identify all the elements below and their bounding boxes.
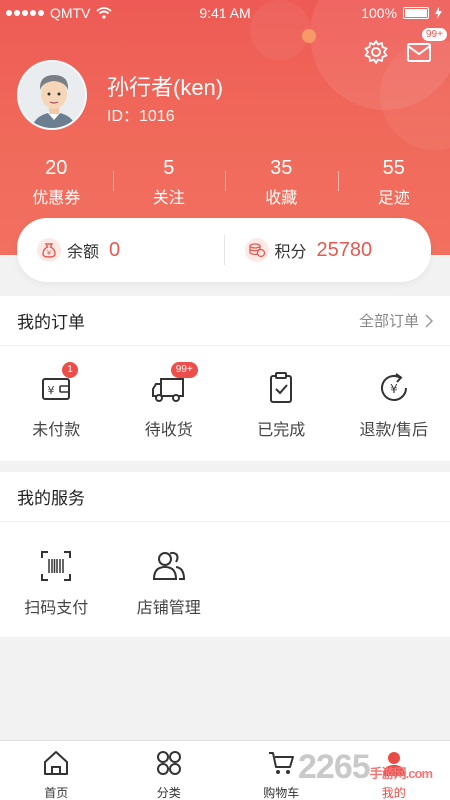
message-mail-icon[interactable] — [405, 38, 433, 66]
battery-icon — [403, 7, 429, 19]
tab-home[interactable]: 首页 — [0, 741, 113, 800]
tab-label: 首页 — [44, 786, 69, 800]
count-badge: 99+ — [170, 362, 198, 378]
order-label: 待收货 — [144, 422, 193, 439]
avatar-image — [19, 62, 85, 128]
points-item[interactable]: 积分 25780 — [225, 238, 432, 262]
stat-value: 35 — [270, 157, 293, 179]
stat-coupons[interactable]: 20 优惠券 — [0, 157, 113, 208]
users-icon — [152, 551, 185, 580]
services-title: 我的服务 — [17, 489, 85, 508]
money-bag-icon: ¥ — [37, 238, 61, 262]
orders-grid: ¥ 1 未付款 99+ 待收货 已完成 ¥ 退款/售后 — [0, 346, 450, 440]
username: 孙行者(ken) — [107, 75, 224, 100]
cart-icon — [269, 752, 295, 774]
order-label: 退款/售后 — [359, 422, 428, 439]
orders-title: 我的订单 — [17, 313, 85, 332]
decor-dot — [302, 29, 316, 43]
service-label: 扫码支付 — [24, 600, 89, 617]
clipboard-check-icon — [270, 372, 293, 403]
count-badge: 1 — [62, 362, 78, 378]
status-bar: QMTV 9:41 AM 100% — [0, 0, 450, 26]
settings-gear-icon[interactable] — [362, 38, 390, 66]
chevron-right-icon — [425, 313, 433, 328]
user-id: ID：1016 — [107, 108, 175, 125]
coins-icon — [244, 238, 269, 262]
service-scan-pay[interactable]: 扫码支付 — [0, 548, 113, 618]
svg-text:¥: ¥ — [48, 384, 55, 397]
stat-label: 优惠券 — [32, 190, 81, 207]
services-header: 我的服务 — [0, 472, 450, 522]
order-to-receive[interactable]: 99+ 待收货 — [113, 362, 226, 440]
stat-value: 55 — [382, 157, 405, 179]
balance-label: 余额 — [67, 244, 100, 261]
service-label: 店铺管理 — [136, 600, 201, 617]
services-section: 我的服务 扫码支付 店铺管理 — [0, 472, 450, 637]
stat-value: 5 — [163, 157, 175, 179]
watermark-sub: 手游网 — [369, 766, 407, 781]
orders-header: 我的订单 全部订单 — [0, 296, 450, 346]
order-label: 已完成 — [257, 422, 306, 439]
all-orders-link[interactable]: 全部订单 — [359, 310, 433, 331]
svg-text:¥: ¥ — [47, 249, 52, 257]
tab-label: 分类 — [156, 786, 181, 800]
category-icon — [156, 751, 181, 775]
balance-value: 0 — [109, 238, 121, 261]
points-label: 积分 — [274, 244, 307, 261]
stat-value: 20 — [45, 157, 68, 179]
stat-label: 足迹 — [377, 190, 410, 207]
stat-label: 关注 — [152, 190, 185, 207]
stat-footprints[interactable]: 55 足迹 — [337, 157, 450, 208]
services-grid: 扫码支付 店铺管理 — [0, 522, 450, 618]
service-shop-manage[interactable]: 店铺管理 — [113, 548, 226, 618]
avatar[interactable] — [17, 60, 87, 130]
battery-status: 100% — [361, 5, 442, 21]
watermark-logo: 2265手游网.com — [298, 748, 433, 787]
all-orders-label: 全部订单 — [358, 313, 419, 330]
wallet-card: ¥ 余额 0 积分 25780 — [17, 218, 431, 282]
battery-percent: 100% — [361, 5, 397, 21]
charging-icon — [435, 7, 442, 19]
stat-following[interactable]: 5 关注 — [112, 157, 226, 208]
points-value: 25780 — [316, 238, 373, 261]
watermark-domain: .com — [405, 766, 433, 781]
stat-label: 收藏 — [265, 190, 298, 207]
home-icon — [44, 751, 69, 775]
watermark-text: 2265 — [298, 748, 371, 786]
stat-favorites[interactable]: 35 收藏 — [225, 157, 338, 208]
stats-row: 20 优惠券 5 关注 35 收藏 55 足迹 — [0, 157, 450, 208]
barcode-scan-icon — [41, 551, 72, 581]
svg-text:¥: ¥ — [390, 382, 398, 396]
order-label: 未付款 — [32, 422, 81, 439]
orders-section: 我的订单 全部订单 ¥ 1 未付款 99+ 待收货 已完成 ¥ 退款/售后 — [0, 296, 450, 461]
balance-item[interactable]: ¥ 余额 0 — [17, 238, 224, 262]
profile-header: QMTV 9:41 AM 100% 99+ 孙行者(ken) ID：1016 2… — [0, 0, 450, 255]
order-completed[interactable]: 已完成 — [225, 370, 338, 440]
refund-yen-icon: ¥ — [380, 373, 407, 401]
order-unpaid[interactable]: ¥ 1 未付款 — [0, 362, 113, 440]
tab-category[interactable]: 分类 — [113, 741, 226, 800]
order-refund[interactable]: ¥ 退款/售后 — [338, 370, 450, 440]
message-badge: 99+ — [422, 28, 447, 41]
